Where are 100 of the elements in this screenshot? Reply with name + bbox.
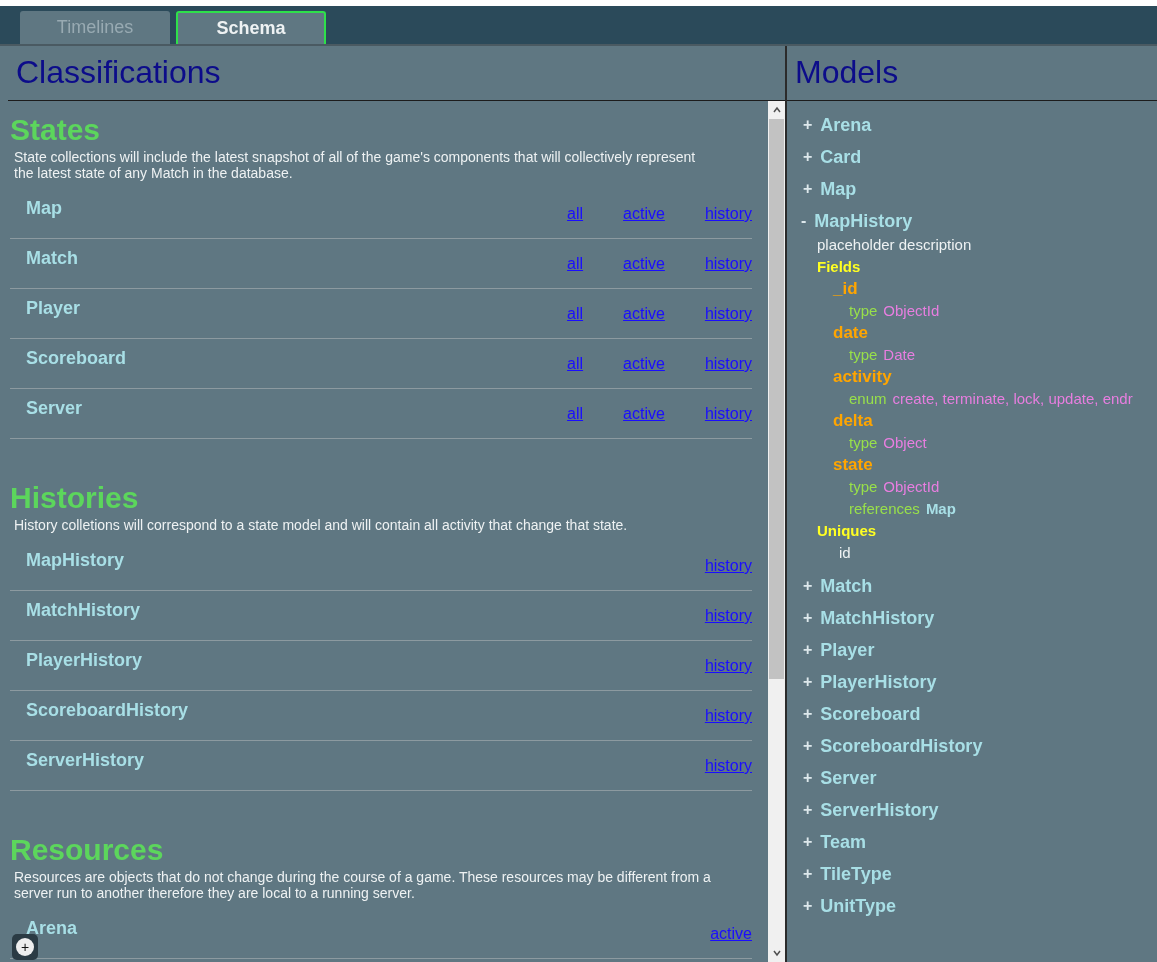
expand-sign: + (803, 147, 813, 167)
field-name: state (833, 454, 874, 476)
collection-name: Map (26, 197, 62, 220)
expand-sign: + (803, 736, 813, 756)
collection-name: ServerHistory (26, 749, 145, 772)
section-description: State collections will include the latest snapshot of all of the game's components that will collectively represent the latest state of any Match in the database. (13, 149, 697, 181)
panel-title: Models (795, 53, 899, 92)
expand-sign: + (803, 640, 813, 660)
model-toggle[interactable]: + Scoreboard (787, 698, 1157, 730)
attribute-key: type (849, 300, 878, 322)
expand-sign: + (803, 768, 813, 788)
section-heading: States (10, 113, 102, 147)
attribute-key: enum (849, 388, 887, 410)
scrollbar-thumb[interactable] (769, 119, 784, 679)
attribute-value: ObjectId (883, 477, 940, 497)
collection-link[interactable]: all (567, 252, 584, 276)
collection-link[interactable]: all (567, 352, 584, 376)
collection-name: Match (26, 247, 78, 270)
unique-key: id (817, 542, 1157, 564)
collection-link[interactable]: history (704, 202, 752, 226)
attribute-key: references (849, 498, 920, 520)
collection-link[interactable]: history (704, 302, 752, 326)
model-toggle[interactable]: + Player (787, 634, 1157, 666)
model-toggle[interactable]: + UnitType (787, 890, 1157, 922)
expand-sign: + (803, 896, 813, 916)
expand-sign: + (803, 800, 813, 820)
attribute-value: ObjectId (883, 301, 940, 321)
model-description: placeholder description (817, 235, 973, 255)
model-name: TileType (820, 862, 892, 886)
model-name: ScoreboardHistory (820, 734, 983, 758)
model-toggle[interactable]: + Arena (787, 109, 1157, 141)
model-toggle[interactable]: + Server (787, 762, 1157, 794)
section-description: History colletions will correspond to a state model and will contain all activity that change that state. (13, 517, 629, 533)
collection-name: ScoreboardHistory (26, 699, 189, 722)
collection-link[interactable]: history (704, 604, 752, 628)
scroll-down-icon[interactable] (771, 948, 782, 958)
collection-link[interactable]: history (704, 754, 752, 778)
field-name: activity (833, 366, 893, 388)
expand-sign: + (803, 864, 813, 884)
model-name: Card (820, 145, 862, 169)
fields-heading: Fields (817, 257, 862, 277)
field-name: delta (833, 410, 874, 432)
model-toggle[interactable]: + ServerHistory (787, 794, 1157, 826)
model-toggle[interactable]: + Match (787, 570, 1157, 602)
add-button[interactable]: + (12, 934, 38, 960)
collection-name: Player (26, 297, 81, 320)
model-name: Server (820, 766, 877, 790)
model-name: Scoreboard (820, 702, 921, 726)
collection-link[interactable]: all (567, 402, 584, 426)
expand-sign: - (801, 211, 807, 231)
attribute-value: Map (925, 499, 956, 519)
model-name: MapHistory (814, 209, 913, 233)
collection-link[interactable]: history (704, 402, 752, 426)
expand-sign: + (803, 179, 813, 199)
model-toggle[interactable]: + Team (787, 826, 1157, 858)
collection-link[interactable]: history (704, 352, 752, 376)
collection-link[interactable]: active (623, 252, 665, 276)
section-heading: Histories (10, 481, 140, 515)
attribute-key: type (849, 432, 878, 454)
collection-name: Scoreboard (26, 347, 127, 370)
attribute-value: Date (883, 345, 916, 365)
collection-link[interactable]: history (704, 704, 752, 728)
model-toggle[interactable]: + TileType (787, 858, 1157, 890)
model-toggle[interactable]: + MatchHistory (787, 602, 1157, 634)
model-name: Match (820, 574, 873, 598)
collection-link[interactable]: active (710, 922, 752, 946)
expand-sign: + (803, 704, 813, 724)
collection-link[interactable]: history (704, 554, 752, 578)
tab[interactable]: Timelines (20, 11, 170, 44)
scrollbar[interactable] (768, 101, 785, 962)
collection-link[interactable]: active (623, 302, 665, 326)
collection-name: PlayerHistory (26, 649, 143, 672)
collection-link[interactable]: all (567, 202, 584, 226)
attribute-key: type (849, 476, 878, 498)
collection-name: Server (26, 397, 83, 420)
attribute-value: create, terminate, lock, update, endr (892, 389, 1133, 409)
collection-link[interactable]: active (623, 402, 665, 426)
model-toggle[interactable]: + Card (787, 141, 1157, 173)
scroll-up-icon[interactable] (771, 105, 782, 115)
model-toggle[interactable]: + PlayerHistory (787, 666, 1157, 698)
expand-sign: + (803, 115, 813, 135)
panel-title: Classifications (16, 53, 221, 92)
expand-sign: + (803, 672, 813, 692)
collection-link[interactable]: active (623, 352, 665, 376)
collection-link[interactable]: history (704, 654, 752, 678)
tab[interactable]: Schema (176, 11, 326, 44)
collection-link[interactable]: active (623, 202, 665, 226)
model-name: MatchHistory (820, 606, 935, 630)
collection-name: MapHistory (26, 549, 124, 572)
model-toggle[interactable]: + Map (787, 173, 1157, 205)
model-toggle[interactable]: - MapHistory (787, 205, 1157, 237)
model-toggle[interactable]: + ScoreboardHistory (787, 730, 1157, 762)
model-name: Team (820, 830, 867, 854)
model-name: Player (820, 638, 875, 662)
model-name: ServerHistory (820, 798, 939, 822)
section-description: Resources are objects that do not change during the course of a game. These resources may be different from a server run to another therefore they are local to a running server. (13, 869, 712, 901)
model-name: Map (820, 177, 857, 201)
collection-link[interactable]: history (704, 252, 752, 276)
collection-link[interactable]: all (567, 302, 584, 326)
expand-sign: + (803, 576, 813, 596)
